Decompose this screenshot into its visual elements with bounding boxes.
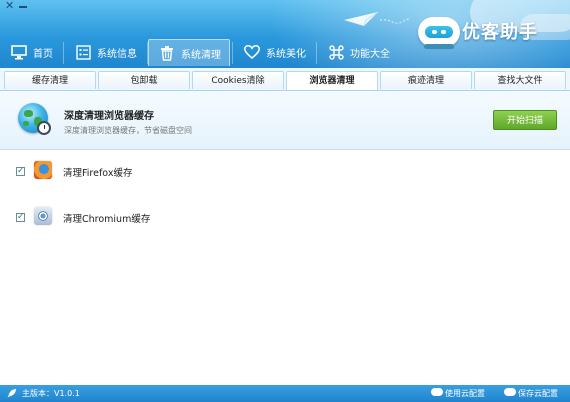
feature-description: 深度清理浏览器缓存，节省磁盘空间 [64, 126, 192, 135]
chromium-icon [34, 207, 52, 225]
main-nav: 首页 系统信息 系统清理 系统美化 功能大全 [0, 39, 400, 67]
paper-plane-icon [344, 11, 411, 27]
tab-cache-clean[interactable]: 缓存清理 [4, 71, 96, 89]
nav-label: 功能大全 [350, 48, 390, 60]
list-item: ✓ 清理Firefox缓存 [0, 161, 570, 185]
minimize-icon[interactable] [19, 6, 27, 8]
nav-label: 系统信息 [97, 48, 137, 60]
list-item: ✓ 清理Chromium缓存 [0, 207, 570, 231]
nav-system-info[interactable]: 系统信息 [64, 39, 145, 65]
app-logo [418, 17, 460, 47]
tab-browser-clean[interactable]: 浏览器清理 [286, 71, 378, 90]
save-cloud-config-button[interactable]: 保存云配置 [518, 388, 558, 399]
info-list-icon [75, 44, 91, 60]
command-icon [328, 44, 344, 60]
firefox-checkbox[interactable]: ✓ [16, 167, 25, 176]
cloud-icon [431, 388, 443, 396]
rocket-icon [7, 389, 16, 398]
cloud-save-icon [504, 388, 516, 396]
tab-trace-clean[interactable]: 痕迹清理 [380, 71, 472, 89]
nav-all-features[interactable]: 功能大全 [317, 39, 398, 65]
status-bar: 主版本：V1.0.1 使用云配置 保存云配置 [0, 385, 570, 402]
start-scan-button[interactable]: 开始扫描 [493, 110, 557, 130]
clock-icon [37, 121, 51, 135]
sub-tab-bar: 缓存清理 包卸载 Cookies清除 浏览器清理 痕迹清理 查找大文件 [0, 68, 570, 91]
main-content: 深度清理浏览器缓存 深度清理浏览器缓存，节省磁盘空间 开始扫描 ✓ 清理Fire… [0, 91, 570, 385]
item-label: 清理Firefox缓存 [63, 168, 133, 179]
use-cloud-config-button[interactable]: 使用云配置 [445, 388, 485, 399]
chromium-checkbox[interactable]: ✓ [16, 213, 25, 222]
nav-label: 首页 [33, 48, 53, 60]
tab-cookies-clear[interactable]: Cookies清除 [192, 71, 284, 89]
logo-base [424, 44, 454, 49]
feature-header: 深度清理浏览器缓存 深度清理浏览器缓存，节省磁盘空间 开始扫描 [0, 91, 570, 150]
tab-find-large-files[interactable]: 查找大文件 [474, 71, 566, 89]
close-icon[interactable]: ✕ [5, 0, 15, 11]
monitor-icon [11, 44, 27, 60]
nav-label: 系统美化 [266, 48, 306, 60]
title-bar: ✕ 优客助手 首页 系统信息 系统清理 系统美化 功能大全 [0, 0, 570, 68]
feature-title: 深度清理浏览器缓存 [64, 111, 154, 122]
item-label: 清理Chromium缓存 [63, 214, 151, 225]
nav-system-beautify[interactable]: 系统美化 [233, 39, 314, 65]
tab-package-uninstall[interactable]: 包卸载 [98, 71, 190, 89]
nav-system-clean[interactable]: 系统清理 [148, 39, 230, 66]
firefox-icon [34, 161, 52, 179]
trash-icon [159, 45, 175, 61]
nav-home[interactable]: 首页 [0, 39, 61, 65]
app-brand: 优客助手 [462, 22, 538, 43]
nav-label: 系统清理 [181, 49, 221, 61]
heart-icon [244, 44, 260, 60]
version-label: 主版本：V1.0.1 [22, 389, 80, 398]
